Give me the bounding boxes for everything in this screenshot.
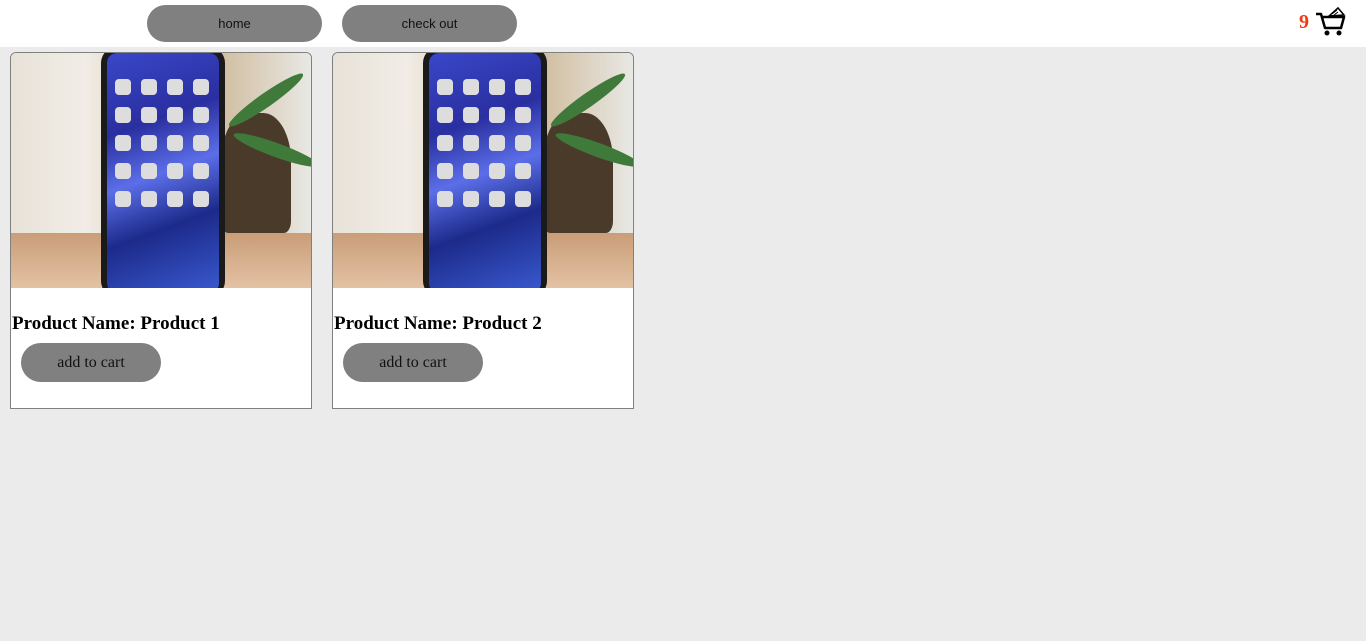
add-to-cart-button[interactable]: add to cart: [21, 343, 161, 382]
product-name: Product Name: Product 1: [12, 313, 220, 334]
product-card: Product Name: Product 1 add to cart: [10, 52, 312, 409]
shopping-cart-icon[interactable]: [1315, 6, 1347, 38]
product-card: Product Name: Product 2 add to cart: [332, 52, 634, 409]
add-to-cart-button[interactable]: add to cart: [343, 343, 483, 382]
product-image: [11, 53, 311, 288]
product-name: Product Name: Product 2: [334, 313, 542, 334]
checkout-button[interactable]: check out: [342, 5, 517, 42]
top-nav-bar: home check out 9: [0, 0, 1366, 47]
home-button[interactable]: home: [147, 5, 322, 42]
product-image: [333, 53, 633, 288]
cart-count-badge: 9: [1299, 11, 1309, 33]
